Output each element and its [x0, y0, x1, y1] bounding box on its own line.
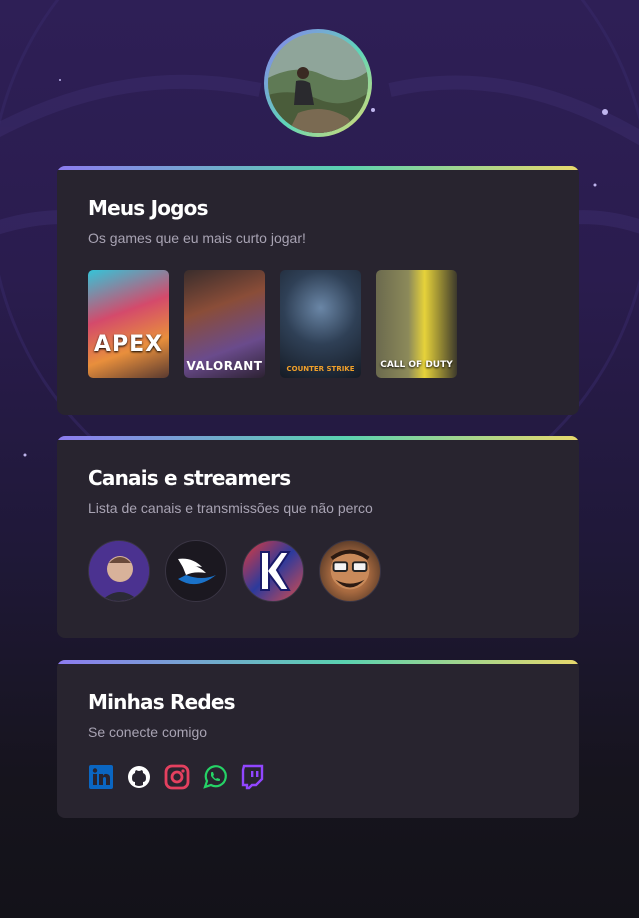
game-counter-strike-label: COUNTER STRIKE [286, 365, 355, 373]
games-card: Meus Jogos Os games que eu mais curto jo… [57, 166, 579, 415]
streamer-3-avatar[interactable] [242, 540, 304, 602]
games-list: APEX VALORANT COUNTER STRIKE CALL OF DUT… [88, 270, 457, 378]
game-call-of-duty-label: CALL OF DUTY [380, 360, 453, 370]
game-valorant-label: VALORANT [186, 359, 263, 373]
github-icon[interactable] [126, 764, 152, 790]
game-apex-legends[interactable]: APEX [88, 270, 169, 378]
games-card-title: Meus Jogos [88, 196, 209, 220]
streamer-4-avatar[interactable] [319, 540, 381, 602]
socials-card-title: Minhas Redes [88, 690, 236, 714]
game-call-of-duty[interactable]: CALL OF DUTY [376, 270, 457, 378]
streamer-1-avatar[interactable] [88, 540, 150, 602]
profile-photo [268, 33, 368, 133]
streamer-2-avatar[interactable] [165, 540, 227, 602]
game-apex-label: APEX [93, 332, 164, 357]
games-card-subtitle: Os games que eu mais curto jogar! [88, 230, 306, 246]
socials-card: Minhas Redes Se conecte comigo [57, 660, 579, 818]
game-counter-strike[interactable]: COUNTER STRIKE [280, 270, 361, 378]
streamers-card: Canais e streamers Lista de canais e tra… [57, 436, 579, 638]
linkedin-icon[interactable] [88, 764, 114, 790]
streamers-card-title: Canais e streamers [88, 466, 291, 490]
game-valorant[interactable]: VALORANT [184, 270, 265, 378]
whatsapp-icon[interactable] [202, 764, 228, 790]
socials-card-subtitle: Se conecte comigo [88, 724, 208, 740]
profile-avatar[interactable] [264, 29, 372, 137]
socials-list [88, 764, 266, 790]
twitch-icon[interactable] [240, 764, 266, 790]
instagram-icon[interactable] [164, 764, 190, 790]
streamers-list [88, 540, 381, 602]
streamers-card-subtitle: Lista de canais e transmissões que não p… [88, 500, 373, 516]
